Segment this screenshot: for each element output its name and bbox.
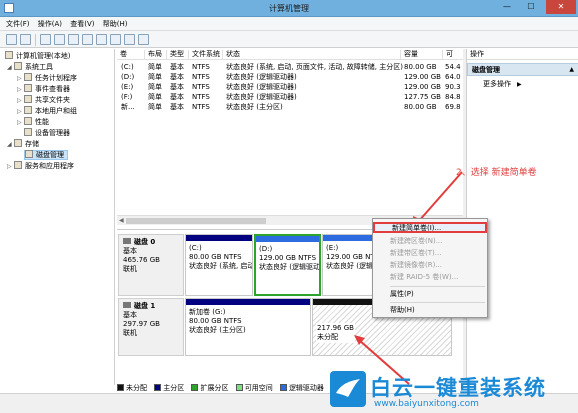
bird-logo-shape <box>336 379 360 397</box>
menu-new-spanned-volume[interactable]: 新建跨区卷(N)... <box>373 236 487 247</box>
menu-separator <box>390 286 485 287</box>
menu-new-raid5-volume[interactable]: 新建 RAID-5 卷(W)... <box>373 272 487 283</box>
menu-new-striped-volume[interactable]: 新建带区卷(T)... <box>373 248 487 259</box>
menu-new-mirrored-volume[interactable]: 新建镜像卷(R)... <box>373 260 487 271</box>
menu-separator <box>390 302 485 303</box>
menu-new-simple-volume[interactable]: 新建简单卷(I)... <box>373 222 487 233</box>
menu-help[interactable]: 帮助(H) <box>373 305 487 316</box>
watermark-url: www.baiyunxitong.com <box>374 399 479 409</box>
watermark: 白云一键重装系统 www.baiyunxitong.com <box>330 371 578 413</box>
menu-properties[interactable]: 属性(P) <box>373 289 487 300</box>
watermark-brand: 白云一键重装系统 <box>370 376 546 400</box>
annotation-arrows <box>354 171 463 385</box>
context-menu: 新建简单卷(I)... 新建跨区卷(N)... 新建带区卷(T)... 新建镜像… <box>372 218 488 318</box>
arrow-to-menu <box>417 171 463 223</box>
bird-logo-icon <box>330 371 366 407</box>
